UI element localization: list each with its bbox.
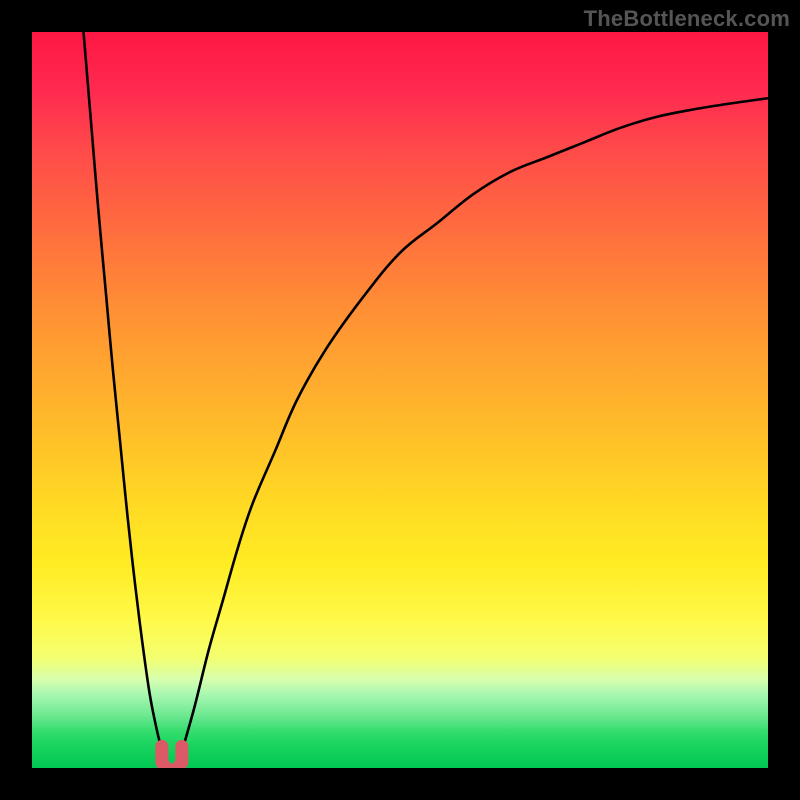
chart-frame: TheBottleneck.com bbox=[0, 0, 800, 800]
bottleneck-gradient-bg bbox=[32, 32, 768, 768]
watermark-text: TheBottleneck.com bbox=[584, 6, 790, 32]
plot-area bbox=[32, 32, 768, 768]
